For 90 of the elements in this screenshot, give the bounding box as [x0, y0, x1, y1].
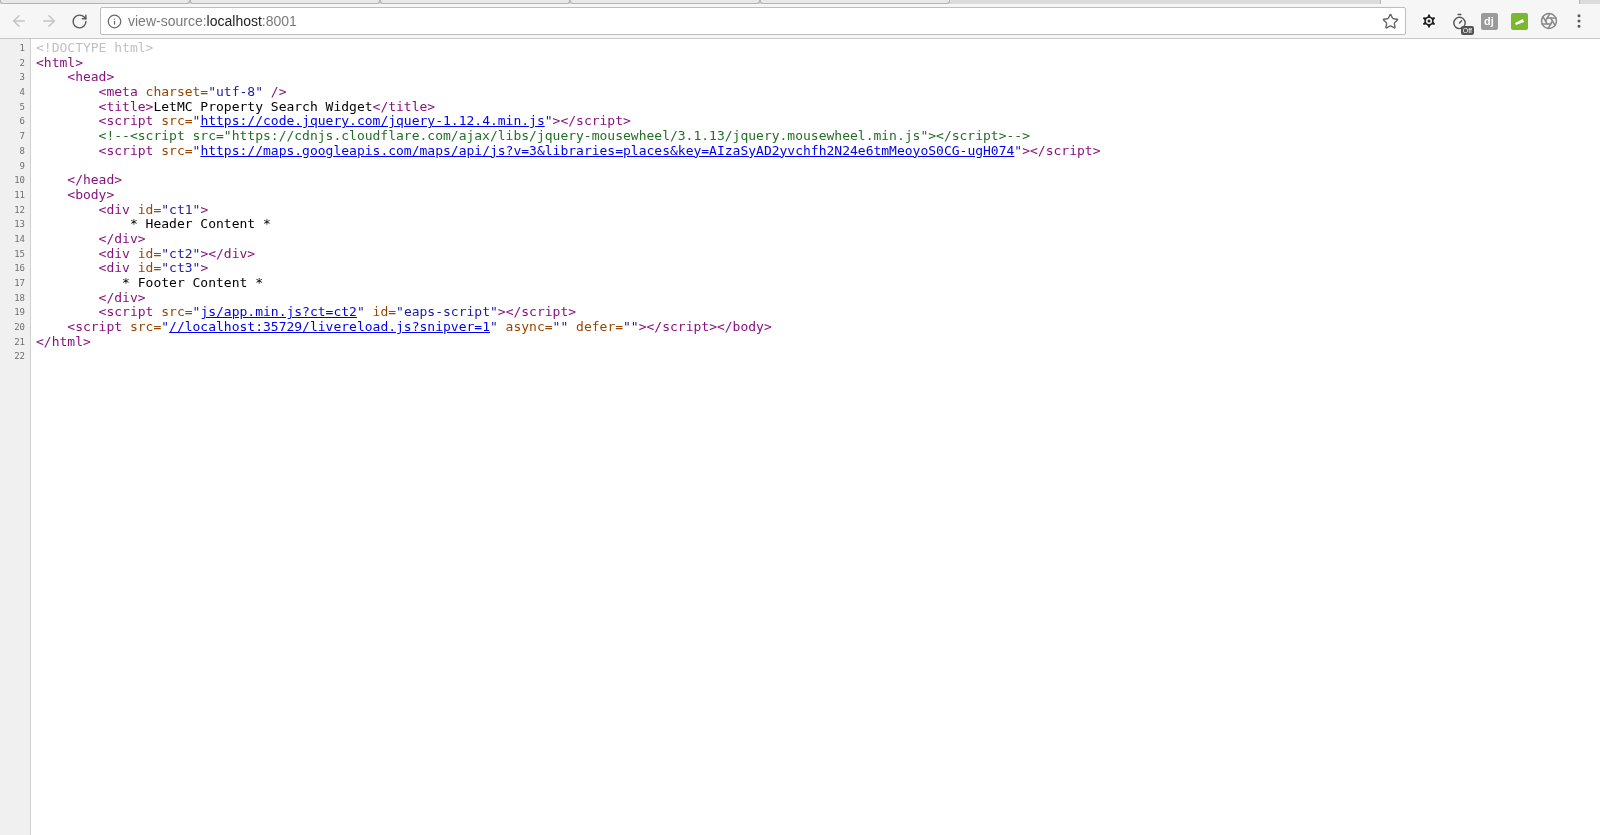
line-number: 3 [18, 71, 26, 85]
doctype-declaration: <!DOCTYPE html> [36, 41, 154, 56]
attribute-name: async= [504, 320, 553, 335]
html-tag: <head> [36, 70, 115, 86]
html-tag: <div [36, 246, 130, 262]
line-number: 19 [13, 306, 26, 320]
html-tag: /> [263, 85, 287, 100]
line-number: 20 [13, 321, 26, 335]
html-tag: <html> [36, 55, 83, 71]
html-tag: </head> [36, 173, 123, 188]
info-icon[interactable] [107, 13, 122, 29]
attribute-value: "eaps-script" [396, 305, 498, 321]
source-link[interactable]: js/app.min.js?ct=ct2 [200, 305, 357, 321]
attribute-name: src= [160, 114, 193, 130]
attribute-value: "" [552, 320, 569, 335]
html-tag: <meta [36, 85, 138, 100]
html-tag: <script [36, 114, 154, 130]
line-number: 7 [18, 130, 26, 144]
source-link[interactable]: //localhost:35729/livereload.js?snipver=1 [169, 320, 490, 335]
line-number: 8 [18, 144, 26, 158]
settings-icon[interactable] [1420, 12, 1438, 30]
html-tag: ></script> [1022, 143, 1101, 159]
attribute-value: "utf-8" [208, 85, 263, 100]
html-tag: ></div> [200, 246, 256, 262]
line-number: 5 [18, 100, 26, 114]
html-tag: ></script></body> [638, 320, 772, 335]
html-tag: <script [36, 320, 123, 335]
html-tag: </div> [36, 290, 146, 306]
line-number: 10 [13, 174, 26, 188]
attribute-name: id= [371, 305, 397, 321]
attribute-value: " [1014, 143, 1023, 159]
line-number: 13 [13, 218, 26, 232]
html-tag: <title> [36, 99, 154, 115]
attribute-value: " [161, 320, 170, 335]
line-number: 14 [13, 232, 26, 246]
text-content: * Footer Content * [121, 276, 263, 291]
html-tag: </title> [372, 99, 436, 115]
source-link[interactable]: https://code.jquery.com/jquery-1.12.4.min.js [200, 114, 545, 130]
attribute-name: src= [160, 305, 193, 321]
line-number: 15 [13, 247, 26, 261]
attribute-value: " [192, 143, 201, 159]
attribute-value: " [192, 114, 201, 130]
line-number: 2 [18, 56, 26, 70]
html-tag: <div [36, 202, 130, 218]
text-content: LetMC Property Search Widget [153, 99, 373, 115]
line-number: 6 [18, 115, 26, 129]
html-tag: </div> [36, 231, 146, 247]
html-tag: <body> [36, 187, 115, 203]
line-number: 16 [13, 262, 26, 276]
html-tag: <div [36, 261, 130, 276]
html-tag: </html> [36, 334, 91, 350]
line-number: 9 [18, 159, 26, 173]
address-bar[interactable]: view-source:localhost:8001 [100, 7, 1406, 35]
attribute-value: " [356, 305, 365, 321]
attribute-value: "ct2" [161, 246, 201, 262]
line-number: 1 [18, 42, 26, 55]
line-number: 4 [18, 86, 26, 100]
attribute-value: " [192, 305, 201, 321]
attribute-name: charset= [144, 85, 209, 100]
text-content: * Header Content * [128, 217, 271, 232]
attribute-value: "ct3" [161, 261, 201, 276]
html-tag: > [200, 261, 209, 276]
attribute-value: "ct1" [161, 202, 201, 218]
attribute-name: defer= [575, 320, 624, 335]
attribute-name: src= [128, 320, 162, 335]
html-tag: ></script> [552, 114, 631, 130]
line-number: 21 [13, 335, 26, 349]
line-number: 18 [13, 291, 26, 305]
reload-icon[interactable] [70, 12, 88, 30]
line-number: 17 [13, 277, 26, 290]
star-icon[interactable] [1382, 12, 1399, 30]
attribute-name: id= [136, 246, 162, 262]
aperture-icon[interactable] [1540, 12, 1558, 30]
attribute-value: " [489, 320, 498, 335]
html-tag: ></script> [497, 305, 577, 321]
html-tag: > [200, 202, 209, 218]
timer-icon[interactable] [1450, 12, 1468, 30]
attribute-value: " [544, 114, 553, 130]
address-url: view-source:localhost:8001 [128, 13, 298, 29]
line-number: 11 [13, 188, 26, 202]
source-link[interactable]: https://maps.googleapis.com/maps/api/js?v=3&libraries=places&key=AIzaSyAD2yvchfh2N24e6tmMeoyoS0CG-ugH074 [200, 143, 1015, 159]
html-tag: <script [36, 143, 154, 159]
html-comment: <!--<script src="https://cdnjs.cloudflare.com/ajax/libs/jquery-mousewheel/3.1.13/jquery.mousewheel.min.js"></script>--> [97, 129, 1030, 144]
html-tag: <script [36, 305, 154, 321]
line-number: 12 [13, 203, 26, 217]
attribute-name: id= [136, 202, 162, 218]
attribute-name: id= [136, 261, 162, 276]
attribute-name: src= [161, 143, 193, 159]
attribute-value: "" [623, 320, 639, 335]
line-number: 22 [13, 350, 26, 364]
